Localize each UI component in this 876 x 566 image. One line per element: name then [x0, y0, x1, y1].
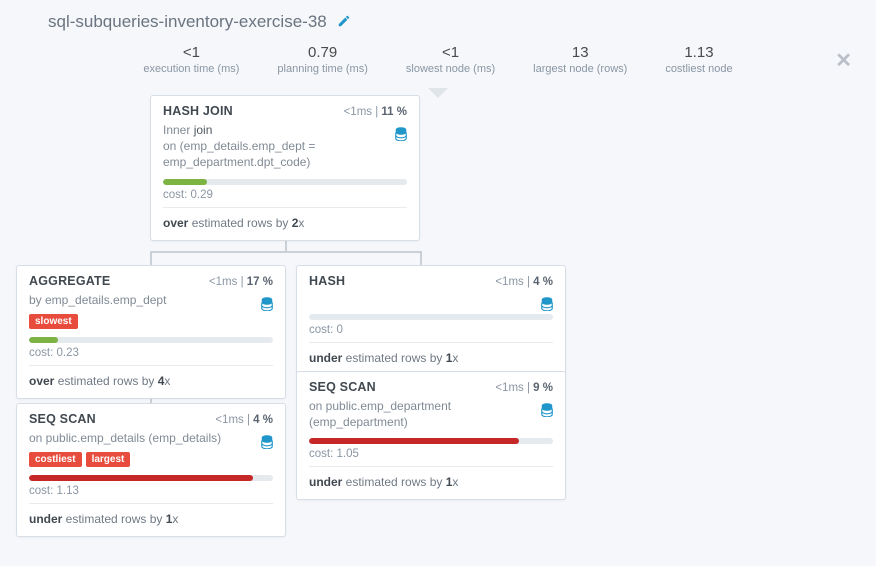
cost-bar: [163, 179, 407, 185]
badges: slowest: [29, 314, 273, 329]
stat-slowest-node: <1 slowest node (ms): [406, 44, 495, 75]
node-aggregate[interactable]: AGGREGATE <1ms | 17 % by emp_details.emp…: [16, 265, 286, 399]
estimate-line: under estimated rows by 1x: [309, 351, 553, 365]
database-icon: [395, 124, 407, 142]
estimate-line: over estimated rows by 2x: [163, 216, 407, 230]
node-op-label: HASH: [309, 274, 345, 288]
database-icon: [541, 294, 553, 312]
badge-costliest: costliest: [29, 452, 82, 467]
edit-icon[interactable]: [337, 14, 351, 31]
title-bar: sql-subqueries-inventory-exercise-38: [0, 0, 876, 38]
cost-bar: [29, 337, 273, 343]
cost-label: cost: 1.05: [309, 448, 553, 467]
connector: [420, 251, 422, 265]
badge-slowest: slowest: [29, 314, 78, 329]
node-op-label: SEQ SCAN: [29, 412, 96, 426]
node-seq-scan-emp-department[interactable]: SEQ SCAN <1ms | 9 % on public.emp_depart…: [296, 371, 566, 500]
node-hash[interactable]: HASH <1ms | 4 % cost: 0 under estimated …: [296, 265, 566, 376]
badge-largest: largest: [86, 452, 131, 467]
badges: costliest largest: [29, 452, 273, 467]
page-title: sql-subqueries-inventory-exercise-38: [48, 12, 327, 32]
node-timing: <1ms | 9 %: [495, 382, 553, 394]
plan-canvas: HASH JOIN <1ms | 11 % Inner join on (emp…: [0, 85, 876, 555]
node-desc: [309, 292, 553, 306]
connector: [150, 251, 152, 265]
estimate-line: under estimated rows by 1x: [29, 512, 273, 526]
node-timing: <1ms | 4 %: [495, 276, 553, 288]
node-desc: by emp_details.emp_dept: [29, 292, 273, 308]
node-timing: <1ms | 4 %: [215, 414, 273, 426]
close-icon[interactable]: ✕: [835, 48, 852, 73]
node-desc: on public.emp_department (emp_department…: [309, 398, 553, 430]
cost-label: cost: 0.29: [163, 189, 407, 208]
stat-execution-time: <1 execution time (ms): [143, 44, 239, 75]
node-desc: on public.emp_details (emp_details): [29, 430, 273, 446]
node-hash-join[interactable]: HASH JOIN <1ms | 11 % Inner join on (emp…: [150, 95, 420, 241]
cost-label: cost: 0.23: [29, 347, 273, 366]
node-desc: Inner join on (emp_details.emp_dept = em…: [163, 122, 407, 171]
connector: [150, 251, 420, 253]
node-timing: <1ms | 17 %: [209, 276, 273, 288]
cost-label: cost: 0: [309, 324, 553, 343]
stat-largest-node: 13 largest node (rows): [533, 44, 627, 75]
node-op-label: AGGREGATE: [29, 274, 110, 288]
node-op-label: SEQ SCAN: [309, 380, 376, 394]
estimate-line: over estimated rows by 4x: [29, 374, 273, 388]
cost-bar: [29, 475, 273, 481]
stats-bar: <1 execution time (ms) 0.79 planning tim…: [0, 38, 876, 85]
node-seq-scan-emp-details[interactable]: SEQ SCAN <1ms | 4 % on public.emp_detail…: [16, 403, 286, 537]
estimate-line: under estimated rows by 1x: [309, 475, 553, 489]
stat-costliest-node: 1.13 costliest node: [665, 44, 732, 75]
database-icon: [261, 432, 273, 450]
database-icon: [261, 294, 273, 312]
database-icon: [541, 400, 553, 418]
node-timing: <1ms | 11 %: [344, 106, 407, 118]
stat-planning-time: 0.79 planning time (ms): [277, 44, 367, 75]
cost-label: cost: 1.13: [29, 485, 273, 504]
node-op-label: HASH JOIN: [163, 104, 233, 118]
cost-bar: [309, 438, 553, 444]
cost-bar: [309, 314, 553, 320]
